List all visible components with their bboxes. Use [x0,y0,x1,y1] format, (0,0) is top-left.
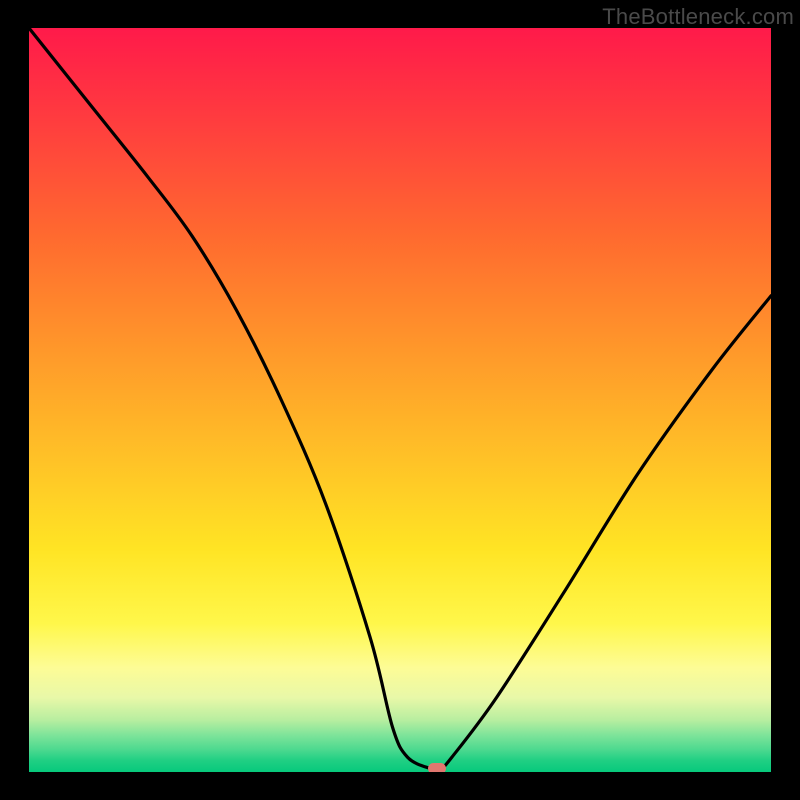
bottleneck-curve [29,28,771,772]
plot-area [29,28,771,772]
watermark-label: TheBottleneck.com [602,4,794,30]
optimal-point-marker [428,763,446,772]
